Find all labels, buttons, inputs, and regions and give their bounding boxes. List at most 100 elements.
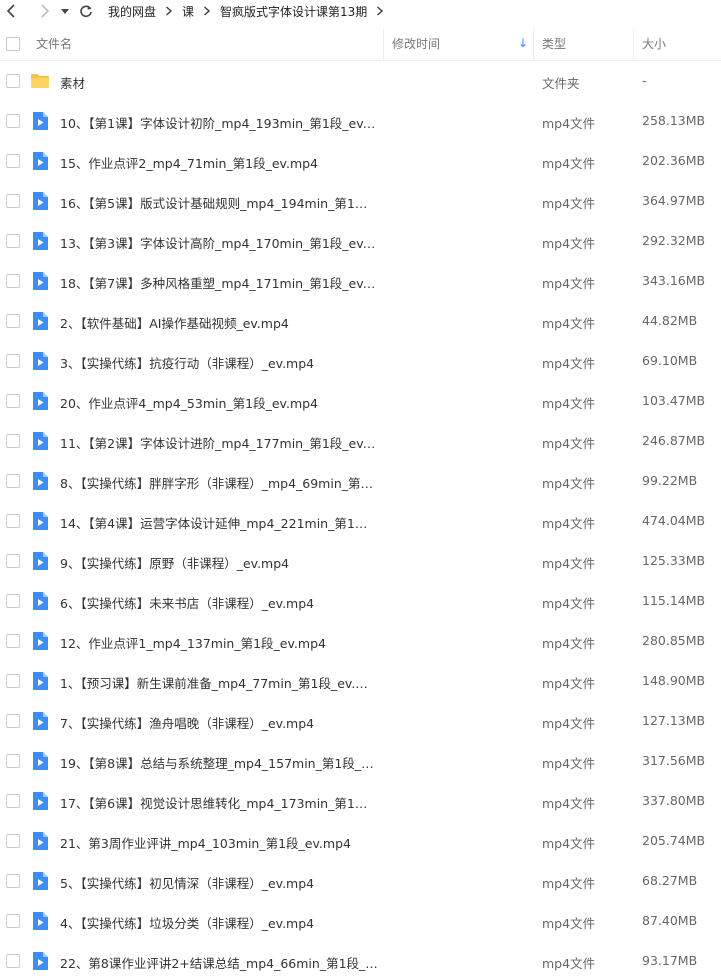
file-row[interactable]: 20、作业点评4_mp4_53min_第1段_ev.mp4 mp4文件 103.47… bbox=[0, 381, 721, 421]
file-name[interactable]: 21、第3周作业评讲_mp4_103min_第1段_ev.mp4 bbox=[60, 833, 351, 852]
file-row[interactable]: 7、【实操代练】渔舟唱晚（非课程）_ev.mp4 mp4文件 127.13MB bbox=[0, 701, 721, 741]
file-size: 292.32MB bbox=[642, 233, 706, 248]
file-name[interactable]: 9、【实操代练】原野（非课程）_ev.mp4 bbox=[60, 553, 289, 572]
row-checkbox[interactable] bbox=[6, 314, 20, 328]
file-row[interactable]: 15、作业点评2_mp4_71min_第1段_ev.mp4 mp4文件 202.36… bbox=[0, 141, 721, 181]
file-row[interactable]: 16、【第5课】版式设计基础规则_mp4_194min_第1段_e... mp4文… bbox=[0, 181, 721, 221]
column-divider[interactable] bbox=[633, 29, 634, 59]
history-dropdown-button[interactable] bbox=[56, 0, 74, 22]
file-name[interactable]: 19、【第8课】总结与系统整理_mp4_157min_第1段_ev.... bbox=[60, 753, 378, 772]
file-row[interactable]: 17、【第6课】视觉设计思维转化_mp4_173min_第1段_e... mp4文… bbox=[0, 781, 721, 821]
file-name[interactable]: 7、【实操代练】渔舟唱晚（非课程）_ev.mp4 bbox=[60, 713, 314, 732]
file-name[interactable]: 12、作业点评1_mp4_137min_第1段_ev.mp4 bbox=[60, 633, 326, 652]
breadcrumb-item[interactable]: 课 bbox=[182, 3, 194, 20]
refresh-button[interactable] bbox=[74, 0, 98, 22]
file-row[interactable]: 2、【软件基础】AI操作基础视频_ev.mp4 mp4文件 44.82MB bbox=[0, 301, 721, 341]
row-checkbox[interactable] bbox=[6, 634, 20, 648]
select-all-checkbox[interactable] bbox=[6, 37, 20, 51]
file-name[interactable]: 8、【实操代练】胖胖字形（非课程）_mp4_69min_第1... bbox=[60, 473, 378, 492]
row-checkbox[interactable] bbox=[6, 114, 20, 128]
file-name[interactable]: 1、【预习课】新生课前准备_mp4_77min_第1段_ev.mp4 bbox=[60, 673, 378, 692]
file-type: 文件夹 bbox=[542, 76, 580, 91]
file-row[interactable]: 8、【实操代练】胖胖字形（非课程）_mp4_69min_第1... mp4文件 99… bbox=[0, 461, 721, 501]
breadcrumb: 我的网盘 课 智疯版式字体设计课第13期 bbox=[108, 3, 393, 20]
file-type: mp4文件 bbox=[542, 916, 596, 931]
row-checkbox[interactable] bbox=[6, 914, 20, 928]
column-divider[interactable] bbox=[383, 29, 384, 59]
file-name[interactable]: 15、作业点评2_mp4_71min_第1段_ev.mp4 bbox=[60, 153, 318, 172]
breadcrumb-item[interactable]: 我的网盘 bbox=[108, 3, 156, 20]
file-row[interactable]: 1、【预习课】新生课前准备_mp4_77min_第1段_ev.mp4 mp4文件 1… bbox=[0, 661, 721, 701]
file-size: 127.13MB bbox=[642, 713, 706, 728]
file-row[interactable]: 6、【实操代练】未来书店（非课程）_ev.mp4 mp4文件 115.14MB bbox=[0, 581, 721, 621]
row-checkbox[interactable] bbox=[6, 354, 20, 368]
file-type: mp4文件 bbox=[542, 436, 596, 451]
caret-down-icon bbox=[61, 9, 69, 14]
video-file-icon bbox=[30, 871, 50, 891]
column-header-mtime[interactable]: 修改时间 bbox=[392, 35, 440, 52]
file-name[interactable]: 11、【第2课】字体设计进阶_mp4_177min_第1段_ev.mp4 bbox=[60, 433, 378, 452]
back-button[interactable] bbox=[0, 0, 24, 22]
row-checkbox[interactable] bbox=[6, 754, 20, 768]
file-row[interactable]: 4、【实操代练】垃圾分类（非课程）_ev.mp4 mp4文件 87.40MB bbox=[0, 901, 721, 941]
forward-button[interactable] bbox=[32, 0, 56, 22]
file-name[interactable]: 20、作业点评4_mp4_53min_第1段_ev.mp4 bbox=[60, 393, 318, 412]
file-row[interactable]: 11、【第2课】字体设计进阶_mp4_177min_第1段_ev.mp4 mp4文… bbox=[0, 421, 721, 461]
row-checkbox[interactable] bbox=[6, 74, 20, 88]
row-checkbox[interactable] bbox=[6, 674, 20, 688]
row-checkbox[interactable] bbox=[6, 154, 20, 168]
row-checkbox[interactable] bbox=[6, 794, 20, 808]
file-row[interactable]: 素材 文件夹 - bbox=[0, 61, 721, 101]
file-row[interactable]: 13、【第3课】字体设计高阶_mp4_170min_第1段_ev.mp4 mp4文… bbox=[0, 221, 721, 261]
file-size: 337.80MB bbox=[642, 793, 706, 808]
file-row[interactable]: 5、【实操代练】初见情深（非课程）_ev.mp4 mp4文件 68.27MB bbox=[0, 861, 721, 901]
row-checkbox[interactable] bbox=[6, 434, 20, 448]
file-name[interactable]: 16、【第5课】版式设计基础规则_mp4_194min_第1段_e... bbox=[60, 193, 378, 212]
file-type: mp4文件 bbox=[542, 396, 596, 411]
row-checkbox[interactable] bbox=[6, 514, 20, 528]
file-row[interactable]: 9、【实操代练】原野（非课程）_ev.mp4 mp4文件 125.33MB bbox=[0, 541, 721, 581]
file-name[interactable]: 4、【实操代练】垃圾分类（非课程）_ev.mp4 bbox=[60, 913, 314, 932]
breadcrumb-item[interactable]: 智疯版式字体设计课第13期 bbox=[220, 3, 367, 20]
row-checkbox[interactable] bbox=[6, 394, 20, 408]
video-file-icon bbox=[30, 311, 50, 331]
row-checkbox[interactable] bbox=[6, 474, 20, 488]
file-name[interactable]: 10、【第1课】字体设计初阶_mp4_193min_第1段_ev.mp4 bbox=[60, 113, 378, 132]
column-header-name[interactable]: 文件名 bbox=[36, 35, 72, 52]
row-checkbox[interactable] bbox=[6, 954, 20, 968]
row-checkbox[interactable] bbox=[6, 194, 20, 208]
file-name[interactable]: 14、【第4课】运营字体设计延伸_mp4_221min_第1段_e... bbox=[60, 513, 378, 532]
file-size: 343.16MB bbox=[642, 273, 706, 288]
file-row[interactable]: 12、作业点评1_mp4_137min_第1段_ev.mp4 mp4文件 280.8… bbox=[0, 621, 721, 661]
file-size: 125.33MB bbox=[642, 553, 706, 568]
file-row[interactable]: 10、【第1课】字体设计初阶_mp4_193min_第1段_ev.mp4 mp4文… bbox=[0, 101, 721, 141]
row-checkbox[interactable] bbox=[6, 874, 20, 888]
file-row[interactable]: 18、【第7课】多种风格重塑_mp4_171min_第1段_ev.mp4 mp4文… bbox=[0, 261, 721, 301]
row-checkbox[interactable] bbox=[6, 554, 20, 568]
column-header-size[interactable]: 大小 bbox=[642, 35, 666, 52]
file-type: mp4文件 bbox=[542, 716, 596, 731]
sort-desc-icon[interactable]: ↓ bbox=[518, 36, 528, 50]
row-checkbox[interactable] bbox=[6, 274, 20, 288]
row-checkbox[interactable] bbox=[6, 594, 20, 608]
chevron-right-icon[interactable] bbox=[376, 6, 384, 16]
file-name[interactable]: 素材 bbox=[60, 73, 85, 92]
file-name[interactable]: 22、第8课作业评讲2+结课总结_mp4_66min_第1段_ev.... bbox=[60, 953, 378, 972]
file-name[interactable]: 17、【第6课】视觉设计思维转化_mp4_173min_第1段_e... bbox=[60, 793, 378, 812]
file-name[interactable]: 13、【第3课】字体设计高阶_mp4_170min_第1段_ev.mp4 bbox=[60, 233, 378, 252]
file-row[interactable]: 19、【第8课】总结与系统整理_mp4_157min_第1段_ev.... mp4… bbox=[0, 741, 721, 781]
column-divider[interactable] bbox=[533, 29, 534, 59]
file-name[interactable]: 2、【软件基础】AI操作基础视频_ev.mp4 bbox=[60, 313, 289, 332]
file-row[interactable]: 14、【第4课】运营字体设计延伸_mp4_221min_第1段_e... mp4文… bbox=[0, 501, 721, 541]
file-name[interactable]: 5、【实操代练】初见情深（非课程）_ev.mp4 bbox=[60, 873, 314, 892]
file-name[interactable]: 3、【实操代练】抗疫行动（非课程）_ev.mp4 bbox=[60, 353, 314, 372]
file-row[interactable]: 22、第8课作业评讲2+结课总结_mp4_66min_第1段_ev.... mp4… bbox=[0, 941, 721, 976]
row-checkbox[interactable] bbox=[6, 834, 20, 848]
column-header-type[interactable]: 类型 bbox=[542, 35, 566, 52]
file-row[interactable]: 3、【实操代练】抗疫行动（非课程）_ev.mp4 mp4文件 69.10MB bbox=[0, 341, 721, 381]
file-name[interactable]: 18、【第7课】多种风格重塑_mp4_171min_第1段_ev.mp4 bbox=[60, 273, 378, 292]
row-checkbox[interactable] bbox=[6, 234, 20, 248]
file-name[interactable]: 6、【实操代练】未来书店（非课程）_ev.mp4 bbox=[60, 593, 314, 612]
row-checkbox[interactable] bbox=[6, 714, 20, 728]
file-row[interactable]: 21、第3周作业评讲_mp4_103min_第1段_ev.mp4 mp4文件 205… bbox=[0, 821, 721, 861]
